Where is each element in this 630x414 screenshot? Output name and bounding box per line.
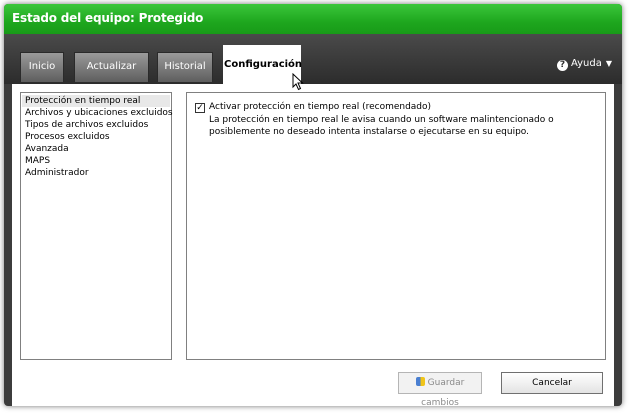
sidebar-item-excluded-processes[interactable]: Procesos excluidos — [22, 131, 170, 143]
description-line-2: posiblemente no deseado intenta instalar… — [209, 127, 530, 137]
sidebar-item-administrator[interactable]: Administrador — [22, 167, 170, 179]
sidebar-item-advanced[interactable]: Avanzada — [22, 143, 170, 155]
window-title: Estado del equipo: Protegido — [12, 11, 204, 25]
sidebar-item-realtime-protection[interactable]: Protección en tiempo real — [22, 95, 170, 107]
help-menu[interactable]: ? Ayuda ▼ — [556, 58, 612, 71]
save-button-label: Guardar cambios — [421, 378, 465, 408]
description-line-1: La protección en tiempo real le avisa cu… — [209, 115, 554, 125]
checkbox-label: Activar protección en tiempo real (recom… — [209, 102, 432, 112]
mouse-pointer-icon — [292, 73, 304, 91]
chevron-down-icon: ▼ — [605, 59, 612, 68]
save-changes-button[interactable]: Guardar cambios — [398, 372, 482, 408]
sidebar-item-excluded-file-types[interactable]: Tipos de archivos excluidos — [22, 119, 170, 131]
settings-sidebar: Protección en tiempo real Archivos y ubi… — [20, 92, 173, 360]
sidebar-item-excluded-files-locations[interactable]: Archivos y ubicaciones excluidos — [22, 107, 173, 119]
question-icon: ? — [556, 60, 568, 71]
sidebar-item-maps[interactable]: MAPS — [22, 155, 170, 167]
tab-configuracion[interactable]: Configuración — [223, 45, 302, 85]
shield-icon — [415, 377, 425, 386]
tab-actualizar[interactable]: Actualizar — [74, 52, 149, 82]
help-label: Ayuda — [570, 58, 602, 69]
tab-inicio[interactable]: Inicio — [20, 52, 64, 82]
tab-header: Inicio Actualizar Historial Configuració… — [4, 34, 622, 85]
tab-historial[interactable]: Historial — [157, 52, 213, 82]
cancel-button[interactable]: Cancelar — [501, 372, 603, 394]
settings-panel: ✓ Activar protección en tiempo real (rec… — [186, 92, 606, 360]
realtime-protection-checkbox[interactable]: ✓ — [195, 103, 205, 113]
option-description: La protección en tiempo real le avisa cu… — [209, 114, 589, 138]
title-bar: Estado del equipo: Protegido — [4, 4, 622, 34]
